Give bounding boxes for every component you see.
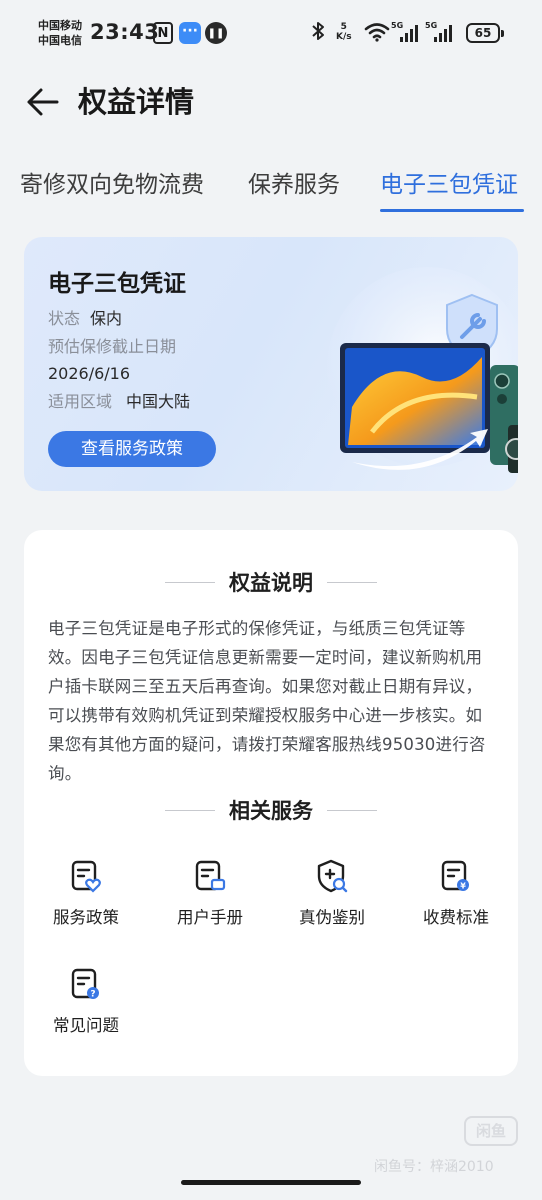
- heading-divider-right: [327, 581, 377, 583]
- status-label: 状态: [48, 309, 81, 328]
- carrier-1: 中国移动: [38, 19, 82, 32]
- expiry-date: 2026/6/16: [48, 364, 131, 383]
- tab-maintenance[interactable]: 保养服务: [248, 168, 340, 202]
- home-indicator[interactable]: [181, 1180, 361, 1185]
- manual-icon: [195, 860, 226, 891]
- expiry-label: 预估保修截止日期: [48, 335, 176, 359]
- rights-description: 电子三包凭证是电子形式的保修凭证，与纸质三包凭证等效。因电子三包凭证信息更新需要…: [48, 619, 486, 783]
- region-value: 中国大陆: [126, 392, 191, 411]
- nfc-label: N: [157, 25, 169, 41]
- faq-label: 常见问题: [53, 1016, 119, 1035]
- status-row: 状态 保内: [48, 307, 122, 331]
- warranty-card-title: 电子三包凭证: [48, 271, 186, 297]
- policy-heart-icon: [71, 860, 101, 893]
- region-label: 适用区域: [48, 392, 113, 411]
- related-services-heading: 相关服务: [24, 794, 518, 826]
- watermark-text: 闲鱼号：梓涵2010: [374, 1159, 494, 1175]
- nfc-icon: N: [153, 22, 173, 44]
- clock: 23:43: [90, 20, 160, 44]
- net-speed-value: 5: [340, 22, 347, 32]
- fee-standard-icon: ¥: [441, 860, 469, 891]
- devices-illustration: [327, 267, 518, 473]
- rights-heading: 权益说明: [24, 566, 518, 598]
- authenticity-check-item[interactable]: 真伪鉴别: [282, 858, 382, 948]
- user-manual-item[interactable]: 用户手册: [160, 858, 260, 948]
- net-speed-unit: K/s: [336, 32, 352, 42]
- rights-heading-text: 权益说明: [229, 571, 313, 595]
- message-app-icon: ···: [179, 22, 201, 44]
- watermark-logo: 闲鱼: [464, 1116, 518, 1146]
- authenticity-shield-icon: [317, 859, 348, 893]
- back-button[interactable]: [22, 82, 62, 122]
- authenticity-check-label: 真伪鉴别: [299, 908, 365, 927]
- heading-divider-right: [327, 809, 377, 811]
- tab-e-warranty[interactable]: 电子三包凭证: [380, 168, 518, 202]
- fee-standard-item[interactable]: ¥ 收费标准: [406, 858, 506, 948]
- carrier-2: 中国电信: [38, 34, 82, 47]
- service-policy-label: 服务政策: [53, 908, 119, 927]
- related-services-heading-text: 相关服务: [229, 799, 313, 823]
- fee-standard-label: 收费标准: [423, 908, 489, 927]
- service-policy-item[interactable]: 服务政策: [36, 858, 136, 948]
- region-row: 适用区域 中国大陆: [48, 390, 190, 414]
- tab-bar: 寄修双向免物流费 保养服务 电子三包凭证: [0, 160, 542, 216]
- faq-item[interactable]: ? 常见问题: [36, 966, 136, 1056]
- expiry-value: 2026/6/16: [48, 362, 130, 386]
- rights-card: 权益说明 电子三包凭证是电子形式的保修凭证，与纸质三包凭证等效。因电子三包凭证信…: [24, 530, 518, 1076]
- warranty-card: 电子三包凭证 状态 保内 预估保修截止日期 2026/6/16 适用区域 中国大陆 …: [24, 237, 518, 491]
- wifi-icon: [364, 22, 390, 42]
- carrier-names: 中国移动 中国电信: [38, 18, 82, 48]
- tab-free-logistics[interactable]: 寄修双向免物流费: [20, 168, 204, 202]
- view-service-policy-button[interactable]: 查看服务政策: [48, 431, 216, 467]
- bluetooth-icon: [311, 21, 325, 41]
- active-tab-indicator: [380, 209, 524, 212]
- heading-divider-left: [165, 581, 215, 583]
- pause-icon: ❚❚: [205, 22, 227, 44]
- page-title: 权益详情: [78, 85, 195, 119]
- user-manual-label: 用户手册: [177, 908, 243, 927]
- battery-icon: 65: [466, 23, 504, 43]
- svg-text:¥: ¥: [460, 882, 466, 891]
- status-value: 保内: [90, 309, 123, 328]
- faq-icon: ?: [71, 968, 99, 1000]
- svg-text:?: ?: [90, 990, 95, 1000]
- heading-divider-left: [165, 809, 215, 811]
- network-speed: 5 K/s: [336, 22, 352, 42]
- status-bar: 中国移动 中国电信 23:43 N ··· ❚❚ 5 K/s 5G 5G 65: [0, 0, 542, 68]
- back-arrow-icon: [27, 88, 59, 116]
- expiry-label-text: 预估保修截止日期: [48, 337, 177, 356]
